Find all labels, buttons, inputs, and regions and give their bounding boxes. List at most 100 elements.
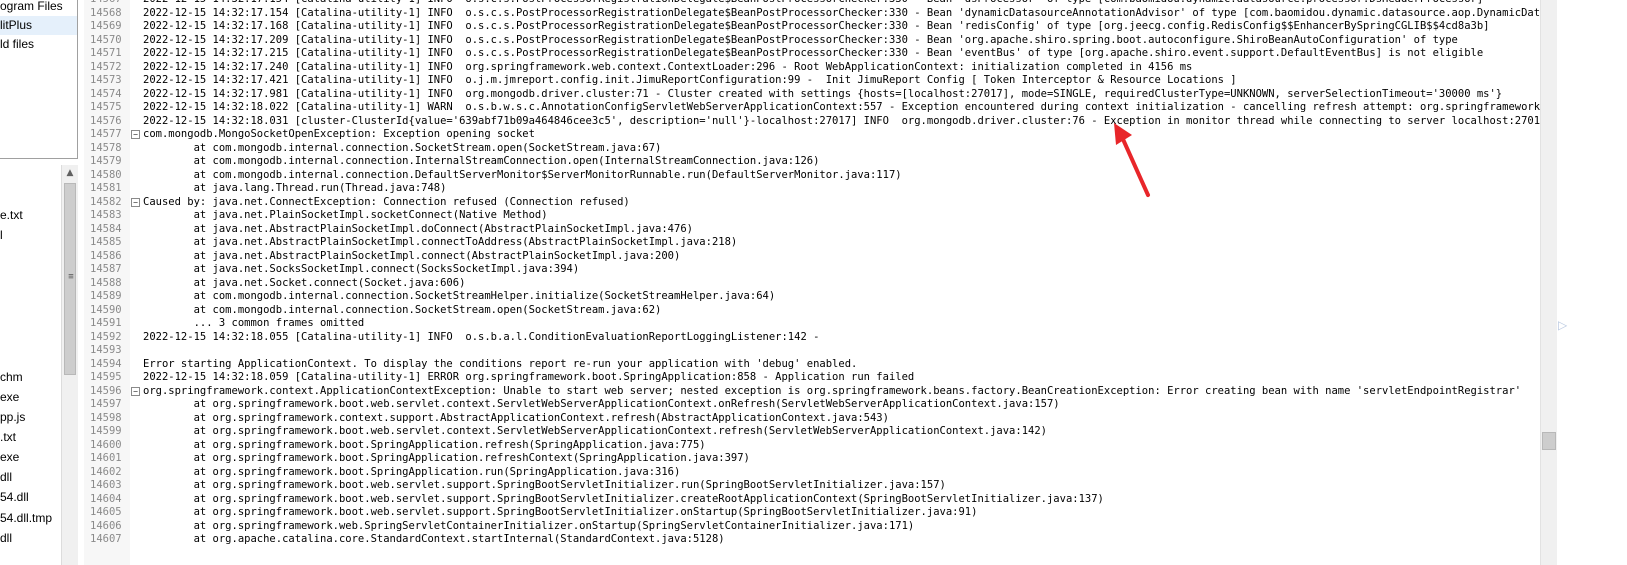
line-number: 14577 xyxy=(90,128,122,140)
log-line: 14573 2022-12-15 14:32:17.421 [Catalina-u… xyxy=(84,74,1540,88)
log-text: com.mongodb.MongoSocketOpenException: Ex… xyxy=(143,128,535,140)
line-number: 14581 xyxy=(90,182,122,194)
line-number: 14585 xyxy=(90,236,122,248)
fold-toggle-icon[interactable]: − xyxy=(131,197,140,207)
log-text: 2022-12-15 14:32:17.240 [Catalina-utilit… xyxy=(143,60,1193,73)
scrollbar-thumb[interactable]: ≡ xyxy=(64,183,76,375)
log-text: 2022-12-15 14:32:17.421 [Catalina-utilit… xyxy=(143,74,1237,86)
log-line: 14583 at java.net.PlainSocketImpl.socket… xyxy=(84,209,1540,223)
log-line: 14591 ... 3 common frames omitted xyxy=(84,317,1540,331)
line-number: 14586 xyxy=(90,249,122,262)
log-line: 14605 at org.springframework.boot.web.se… xyxy=(84,506,1540,520)
line-number: 14579 xyxy=(90,155,122,167)
log-line: 14569 2022-12-15 14:32:17.168 [Catalina-u… xyxy=(84,20,1540,34)
log-text: at org.springframework.boot.SpringApplic… xyxy=(143,465,681,478)
log-text: at org.springframework.boot.web.servlet.… xyxy=(143,479,946,491)
line-number: 14570 xyxy=(90,33,122,46)
line-number: 14589 xyxy=(90,290,122,302)
file-item[interactable]: exe xyxy=(0,447,19,467)
folder-item[interactable]: ogram Files xyxy=(0,0,63,16)
log-line: 14592 2022-12-15 14:32:18.055 [Catalina-u… xyxy=(84,331,1540,345)
chevron-right-icon[interactable]: ▷ xyxy=(1558,318,1567,332)
file-item[interactable]: dll xyxy=(0,528,12,548)
log-line: 14570 2022-12-15 14:32:17.209 [Catalina-u… xyxy=(84,34,1540,48)
file-item[interactable]: dll xyxy=(0,467,12,487)
log-line: 14600 at org.springframework.boot.Spring… xyxy=(84,439,1540,453)
log-text: at java.net.AbstractPlainSocketImpl.conn… xyxy=(143,249,681,262)
line-number: 14582 xyxy=(90,195,122,208)
editor-vertical-scrollbar[interactable] xyxy=(1540,0,1558,565)
log-line: 14593 xyxy=(84,344,1540,358)
log-text: at com.mongodb.internal.connection.Inter… xyxy=(143,155,820,167)
log-line: 14604 at org.springframework.boot.web.se… xyxy=(84,493,1540,507)
log-text: at java.net.SocksSocketImpl.connect(Sock… xyxy=(143,263,580,275)
log-line: 14571 2022-12-15 14:32:17.215 [Catalina-u… xyxy=(84,47,1540,61)
fold-toggle-icon[interactable]: − xyxy=(131,386,140,396)
log-text: at org.springframework.boot.web.servlet.… xyxy=(143,398,1060,410)
line-number: 14587 xyxy=(90,263,122,275)
line-number: 14604 xyxy=(90,492,122,505)
line-number: 14605 xyxy=(90,506,122,518)
log-text: 2022-12-15 14:32:17.168 [Catalina-utilit… xyxy=(143,20,1490,32)
log-line: 14572 2022-12-15 14:32:17.240 [Catalina-u… xyxy=(84,61,1540,75)
log-text: at java.lang.Thread.run(Thread.java:748) xyxy=(143,182,447,194)
file-item[interactable]: e.txt xyxy=(0,205,23,225)
file-item[interactable]: chm xyxy=(0,367,23,387)
log-line: 14586 at java.net.AbstractPlainSocketImp… xyxy=(84,250,1540,264)
log-text: 2022-12-15 14:32:17.981 [Catalina-utilit… xyxy=(143,87,1503,100)
file-item[interactable]: 54.dll xyxy=(0,487,29,507)
log-text: 2022-12-15 14:32:18.022 [Catalina-utilit… xyxy=(143,101,1540,113)
log-line: 14576 2022-12-15 14:32:18.031 [cluster-Cl… xyxy=(84,115,1540,129)
log-text: at org.apache.catalina.core.StandardCont… xyxy=(143,533,725,545)
file-item[interactable]: l xyxy=(0,225,3,245)
line-number: 14592 xyxy=(90,330,122,343)
log-text: at org.springframework.boot.web.servlet.… xyxy=(143,492,1104,505)
log-text: at org.springframework.boot.web.servlet.… xyxy=(143,506,978,518)
file-tree-panel: ogram Files litPlus ld files e.txt l chm exe p… xyxy=(0,0,85,565)
file-item[interactable]: pp.js xyxy=(0,407,25,427)
log-line: 14595 2022-12-15 14:32:18.059 [Catalina-u… xyxy=(84,371,1540,385)
line-number: 14591 xyxy=(90,317,122,329)
log-line: 14599 at org.springframework.boot.web.se… xyxy=(84,425,1540,439)
line-number: 14602 xyxy=(90,465,122,478)
scrollbar-thumb[interactable] xyxy=(1542,432,1556,450)
log-text: at com.mongodb.internal.connection.Socke… xyxy=(143,141,662,154)
red-arrow-annotation xyxy=(1114,123,1150,197)
folder-list: ogram Files litPlus ld files xyxy=(0,0,78,159)
line-number: 14600 xyxy=(90,438,122,451)
log-line: 14588 at java.net.Socket.connect(Socket.… xyxy=(84,277,1540,291)
fold-toggle-icon[interactable]: − xyxy=(131,130,140,139)
log-line: 14602 at org.springframework.boot.Spring… xyxy=(84,466,1540,480)
line-number: 14569 xyxy=(90,20,122,32)
log-text: 2022-12-15 14:32:17.215 [Catalina-utilit… xyxy=(143,47,1484,59)
log-text: at java.net.AbstractPlainSocketImpl.conn… xyxy=(143,236,738,248)
line-number: 14588 xyxy=(90,276,122,289)
file-item[interactable]: .txt xyxy=(0,427,16,447)
log-text: 2022-12-15 14:32:17.154 [Catalina-utilit… xyxy=(143,6,1540,19)
line-number: 14571 xyxy=(90,47,122,59)
log-text: at org.springframework.context.support.A… xyxy=(143,411,889,424)
log-line: 14597 at org.springframework.boot.web.se… xyxy=(84,398,1540,412)
folder-item[interactable]: litPlus xyxy=(0,16,77,35)
log-editor[interactable]: 145672022-12-15 14:32:17.154 [Catalina-u… xyxy=(84,0,1540,565)
file-list-scrollbar[interactable]: ▲ ≡ xyxy=(61,165,78,565)
log-line: 14607 at org.apache.catalina.core.Standa… xyxy=(84,533,1540,547)
log-text: at org.springframework.boot.web.servlet.… xyxy=(143,425,1047,437)
line-number: 14598 xyxy=(90,411,122,424)
log-text: 2022-12-15 14:32:17.209 [Catalina-utilit… xyxy=(143,33,1458,46)
log-text: ... 3 common frames omitted xyxy=(143,317,365,329)
log-line: 14584 at java.net.AbstractPlainSocketImp… xyxy=(84,223,1540,237)
log-line: 14574 2022-12-15 14:32:17.981 [Catalina-u… xyxy=(84,88,1540,102)
log-text: at java.net.PlainSocketImpl.socketConnec… xyxy=(143,209,548,221)
log-line: 14594 Error starting ApplicationContext. … xyxy=(84,358,1540,372)
folder-item[interactable]: ld files xyxy=(0,35,34,54)
chevron-up-icon[interactable]: ▲ xyxy=(62,165,78,181)
line-number: 14578 xyxy=(90,141,122,154)
line-number: 14606 xyxy=(90,519,122,532)
log-text: 2022-12-15 14:32:18.059 [Catalina-utilit… xyxy=(143,371,915,383)
grip-icon: ≡ xyxy=(68,272,74,282)
file-item[interactable]: 54.dll.tmp xyxy=(0,508,52,528)
line-number: 14590 xyxy=(90,303,122,316)
log-line: 14596− org.springframework.context.Applic… xyxy=(84,385,1540,399)
file-item[interactable]: exe xyxy=(0,387,19,407)
